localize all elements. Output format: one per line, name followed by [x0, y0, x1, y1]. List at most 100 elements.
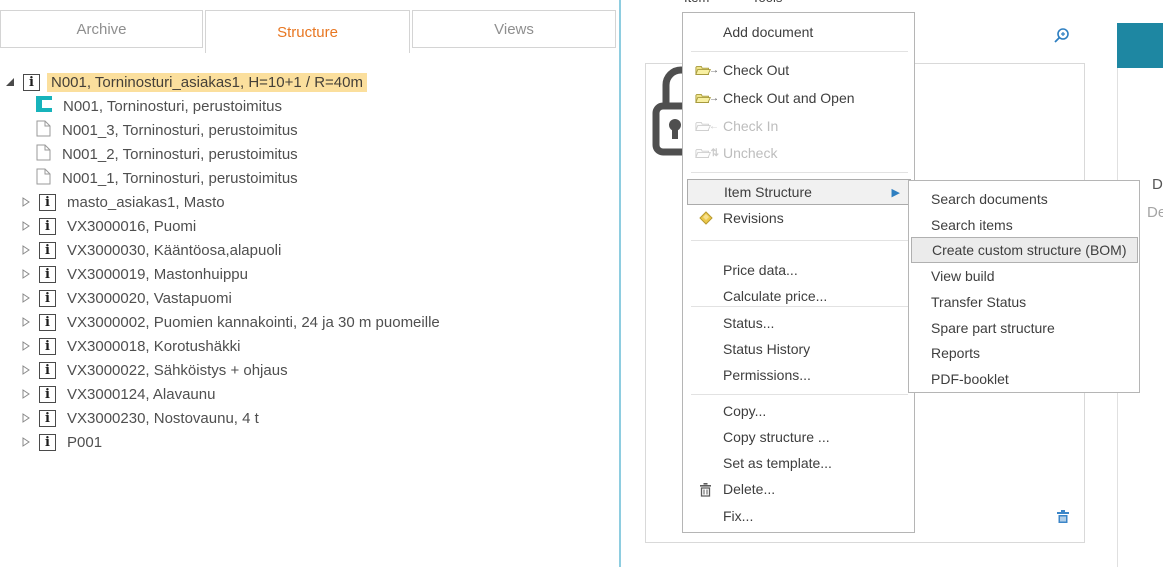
submenu-item-create-custom-structure-bom[interactable]: Create custom structure (BOM) [911, 237, 1138, 263]
collapse-arrow-icon[interactable] [20, 269, 32, 279]
folder-check-out-icon: → [695, 63, 719, 77]
submenu-item-reports[interactable]: Reports [909, 340, 1139, 366]
menu-item-copy[interactable]: Copy... [683, 398, 914, 424]
tab-views[interactable]: Views [412, 10, 616, 48]
collapse-arrow-icon[interactable] [20, 341, 32, 351]
submenu-item-search-items[interactable]: Search items [909, 212, 1139, 238]
menu-item-status[interactable]: Status... [683, 310, 914, 336]
trash-icon [699, 482, 723, 497]
menu-item-delete[interactable]: Delete... [683, 476, 914, 502]
menu-separator [691, 394, 908, 395]
tree-row[interactable]: N001_2, Torninosturi, perustoimitus [36, 142, 302, 166]
tab-structure[interactable]: Structure [205, 10, 410, 53]
tree-item-label: VX3000002, Puomien kannakointi, 24 ja 30… [63, 313, 444, 332]
info-icon[interactable]: i [39, 242, 56, 259]
menu-separator [691, 240, 908, 241]
tree-row[interactable]: N001_3, Torninosturi, perustoimitus [36, 118, 302, 142]
expand-arrow-icon[interactable] [4, 77, 16, 87]
menu-item-set-as-template[interactable]: Set as template... [683, 450, 914, 476]
info-icon[interactable]: i [39, 266, 56, 283]
document-icon [36, 120, 51, 141]
collapse-arrow-icon[interactable] [20, 365, 32, 375]
info-icon[interactable]: i [39, 290, 56, 307]
tree-row[interactable]: i VX3000002, Puomien kannakointi, 24 ja … [20, 310, 444, 334]
document-icon [36, 168, 51, 189]
menu-bar-item[interactable]: Item [684, 0, 709, 5]
info-icon[interactable]: i [39, 218, 56, 235]
tree-row[interactable]: i N001, Torninosturi_asiakas1, H=10+1 / … [4, 70, 367, 94]
menu-item-price-data[interactable]: Price data... [683, 257, 914, 283]
menu-separator [691, 172, 908, 173]
info-icon[interactable]: i [39, 434, 56, 451]
collapse-arrow-icon[interactable] [20, 389, 32, 399]
delete-item-icon[interactable] [1055, 508, 1071, 530]
menu-item-add-document[interactable]: Add document [683, 19, 914, 45]
menu-separator [691, 51, 908, 52]
submenu-item-transfer-status[interactable]: Transfer Status [909, 289, 1139, 315]
tree-row[interactable]: i VX3000022, Sähköistys + ohjaus [20, 358, 292, 382]
info-icon[interactable]: i [39, 194, 56, 211]
tree-item-label: N001_3, Torninosturi, perustoimitus [58, 121, 302, 140]
tree-item-label: N001_2, Torninosturi, perustoimitus [58, 145, 302, 164]
tree-row[interactable]: i VX3000030, Kääntöosa,alapuoli [20, 238, 285, 262]
submenu-item-spare-part-structure[interactable]: Spare part structure [909, 315, 1139, 341]
menu-item-copy-structure[interactable]: Copy structure ... [683, 424, 914, 450]
info-icon[interactable]: i [39, 362, 56, 379]
tree-row[interactable]: N001_1, Torninosturi, perustoimitus [36, 166, 302, 190]
submenu-item-pdf-booklet[interactable]: PDF-booklet [909, 366, 1139, 392]
tree-row[interactable]: i VX3000019, Mastonhuippu [20, 262, 252, 286]
folder-uncheck-icon: ⇅ [695, 146, 719, 160]
info-icon[interactable]: i [39, 338, 56, 355]
menu-item-check-out[interactable]: → Check Out [683, 57, 914, 83]
info-icon[interactable]: i [23, 74, 40, 91]
tree-row[interactable]: i masto_asiakas1, Masto [20, 190, 229, 214]
collapse-arrow-icon[interactable] [20, 221, 32, 231]
detail-label-partial: De [1147, 204, 1163, 221]
tree-row[interactable]: i VX3000230, Nostovaunu, 4 t [20, 406, 263, 430]
collapse-arrow-icon[interactable] [20, 437, 32, 447]
tree-row[interactable]: i P001 [20, 430, 106, 454]
item-structure-submenu: Search documents Search items Create cus… [908, 180, 1140, 393]
tree-item-label: VX3000124, Alavaunu [63, 385, 219, 404]
menu-separator [691, 306, 908, 307]
tree-item-label: VX3000020, Vastapuomi [63, 289, 236, 308]
submenu-item-search-documents[interactable]: Search documents [909, 186, 1139, 212]
tree-row[interactable]: i VX3000018, Korotushäkki [20, 334, 244, 358]
revisions-tag-icon [699, 211, 723, 225]
info-icon[interactable]: i [39, 410, 56, 427]
info-icon[interactable]: i [39, 314, 56, 331]
collapse-arrow-icon[interactable] [20, 317, 32, 327]
teal-block [1117, 23, 1163, 68]
menu-item-uncheck: ⇅ Uncheck [683, 140, 914, 166]
tree-row[interactable]: i VX3000124, Alavaunu [20, 382, 219, 406]
folder-check-in-icon: ← [695, 119, 719, 133]
menu-item-fix[interactable]: Fix... [683, 503, 914, 529]
tree-row[interactable]: N001, Torninosturi, perustoimitus [36, 94, 286, 118]
collapse-arrow-icon[interactable] [20, 245, 32, 255]
menu-item-item-structure[interactable]: Item Structure ▶ [687, 179, 911, 205]
tree-row[interactable]: i VX3000016, Puomi [20, 214, 200, 238]
collapse-arrow-icon[interactable] [20, 197, 32, 207]
tree-item-label: VX3000022, Sähköistys + ohjaus [63, 361, 292, 380]
menu-item-permissions[interactable]: Permissions... [683, 362, 914, 388]
menu-item-check-out-and-open[interactable]: → Check Out and Open [683, 85, 914, 111]
menu-item-status-history[interactable]: Status History [683, 336, 914, 362]
collapse-arrow-icon[interactable] [20, 413, 32, 423]
tree-row[interactable]: i VX3000020, Vastapuomi [20, 286, 236, 310]
context-menu: Add document → Check Out → Check Out and… [682, 12, 915, 533]
tree-item-label: VX3000030, Kääntöosa,alapuoli [63, 241, 285, 260]
tree-item-label: VX3000018, Korotushäkki [63, 337, 244, 356]
zoom-in-icon[interactable] [1053, 27, 1070, 49]
submenu-arrow-icon: ▶ [892, 186, 900, 199]
panel-splitter[interactable] [619, 0, 621, 567]
menu-item-revisions[interactable]: Revisions [683, 205, 914, 231]
app-window: Item Tools Archive Structure Views i N00… [0, 0, 1163, 567]
tab-archive[interactable]: Archive [0, 10, 203, 48]
tree-item-label: P001 [63, 433, 106, 452]
menu-bar-item[interactable]: Tools [752, 0, 782, 5]
collapse-arrow-icon[interactable] [20, 293, 32, 303]
submenu-item-view-build[interactable]: View build [909, 263, 1139, 289]
info-icon[interactable]: i [39, 386, 56, 403]
detail-label-partial: D [1152, 176, 1163, 193]
menu-item-check-in: ← Check In [683, 113, 914, 139]
